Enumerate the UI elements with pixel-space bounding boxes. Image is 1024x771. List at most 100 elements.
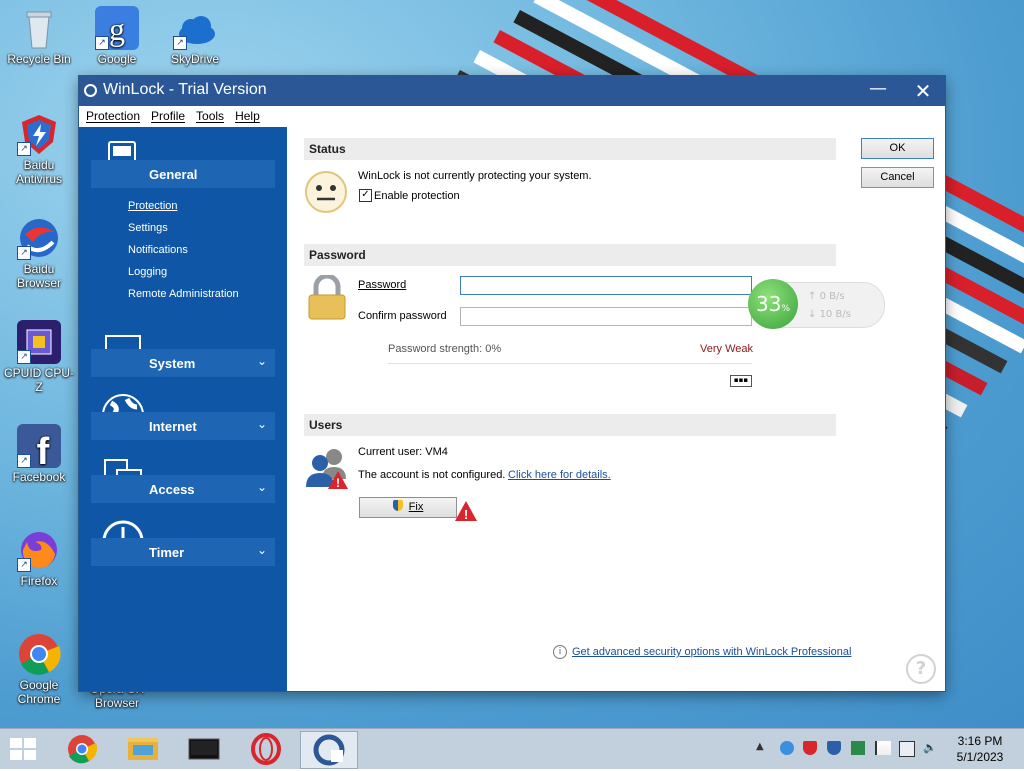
nav-internet-label: Internet [149,419,197,434]
nav-item-settings[interactable]: Settings [128,222,168,234]
chevron-down-icon: ⌄ [256,417,267,431]
nav-general[interactable]: General [91,160,275,188]
confirm-password-input[interactable] [460,307,752,326]
nav-access-label: Access [149,482,195,497]
nav-system-label: System [149,356,196,371]
nav-system[interactable]: System ⌄ [91,349,275,377]
tray-overflow-icon[interactable]: ▲ [756,741,764,752]
minimize-button[interactable]: — [866,79,890,103]
clock-time[interactable]: 3:16 PM [954,734,1006,748]
start-button[interactable] [10,738,38,760]
window-title: WinLock - Trial Version [103,81,267,98]
svg-text:!: ! [336,476,340,490]
tray-shield-icon[interactable] [803,741,817,755]
download-speed-value: 10 B/s [819,309,851,320]
svg-text:f: f [37,431,50,468]
desktop-icon-label: Baidu Browser [16,262,61,290]
taskbar-terminal[interactable] [178,731,230,767]
winlock-window: WinLock - Trial Version — ✕ Protection Pr… [79,76,945,691]
nav-timer[interactable]: Timer ⌄ [91,538,275,566]
tray-cpu-icon[interactable] [851,741,865,755]
desktop-icon-skydrive[interactable]: ↗ SkyDrive [157,6,233,66]
tray-security-icon[interactable] [827,741,841,755]
tray-flag-icon[interactable] [875,741,891,755]
nav-item-logging[interactable]: Logging [128,266,167,278]
help-icon[interactable]: ? [906,654,936,684]
nav-item-remote-administration[interactable]: Remote Administration [128,288,239,300]
tray-network-speed-icon[interactable] [780,741,794,755]
desktop-icon-label: Recycle Bin [7,52,71,66]
status-heading: Status [304,138,836,160]
chrome-icon [17,632,61,676]
taskbar-opera[interactable] [240,731,292,767]
menu-profile[interactable]: Profile [144,106,189,123]
cpuz-icon: ↗ [17,320,61,364]
desktop-icon-firefox[interactable]: ↗ Firefox [1,528,77,588]
network-speed-widget: 33% ↑ 0 B/s ↓ 10 B/s [748,279,885,329]
password-strength-rating: Very Weak [700,343,753,355]
enable-protection-checkbox[interactable]: ✓ [359,189,372,202]
enable-protection-label[interactable]: Enable protection [374,190,460,202]
nav-item-notifications[interactable]: Notifications [128,244,188,256]
firefox-icon: ↗ [17,528,61,572]
opera-icon [251,733,281,765]
shortcut-arrow-icon: ↗ [17,246,31,260]
shortcut-arrow-icon: ↗ [95,36,109,50]
menu-tools[interactable]: Tools [189,106,228,123]
taskbar-chrome[interactable] [56,731,108,767]
fix-button[interactable]: Fix [359,497,457,518]
desktop-icon-label: Google Chrome [17,678,61,706]
tray-network-icon[interactable] [899,741,915,757]
professional-upgrade-link[interactable]: Get advanced security options with WinLo… [572,646,851,658]
download-speed: ↓ 10 B/s [808,309,851,320]
nav-timer-label: Timer [149,545,185,560]
shortcut-arrow-icon: ↗ [17,558,31,572]
info-icon: i [553,645,567,659]
close-button[interactable]: ✕ [911,79,935,103]
chevron-down-icon: ⌄ [256,480,267,494]
desktop-icon-recycle-bin[interactable]: Recycle Bin [1,6,77,66]
facebook-icon: f ↗ [17,424,61,473]
fix-button-label: Fix [408,501,424,513]
nav-access[interactable]: Access ⌄ [91,475,275,503]
menu-help[interactable]: Help [228,106,264,123]
chrome-icon [68,735,98,764]
menu-bar: Protection Profile Tools Help [79,106,945,128]
chevron-down-icon: ⌄ [256,543,267,557]
desktop-icon-label: Baidu Antivirus [15,158,62,186]
taskbar-file-explorer[interactable] [117,731,169,767]
keyboard-icon[interactable]: ▪▪▪ [730,375,752,387]
nav-general-label: General [149,167,198,182]
desktop-icon-baidu-antivirus[interactable]: ↗ Baidu Antivirus [1,112,77,186]
cancel-button[interactable]: Cancel [861,167,934,188]
account-details-link[interactable]: Click here for details. [508,469,611,481]
users-warning-icon: ! [304,445,350,491]
menu-protection[interactable]: Protection [79,106,144,123]
users-heading: Users [304,414,836,436]
password-heading: Password [304,244,836,266]
confirm-password-label: Confirm password [358,310,447,322]
password-label: Password [358,279,407,291]
winlock-app-icon [84,84,97,97]
recycle-bin-icon [17,6,61,50]
folder-icon [128,738,158,760]
nav-internet[interactable]: Internet ⌄ [91,412,275,440]
desktop-icon-cpuz[interactable]: ↗ CPUID CPU-Z [1,320,77,394]
nav-item-protection[interactable]: Protection [128,200,178,212]
terminal-icon [188,738,220,760]
desktop-icon-facebook[interactable]: f ↗ Facebook [1,424,77,484]
svg-text:!: ! [464,507,468,522]
desktop-icon-label: CPUID CPU-Z [3,366,74,394]
uac-shield-icon [392,500,403,511]
tray-volume-icon[interactable]: 🔈 [923,741,937,755]
title-bar[interactable]: WinLock - Trial Version — ✕ [79,76,945,106]
strength-divider [388,363,752,364]
taskbar-winlock[interactable] [300,731,358,769]
desktop-icon-baidu-browser[interactable]: ↗ Baidu Browser [1,216,77,290]
password-input[interactable] [460,276,752,295]
desktop-icon-google[interactable]: g ↗ Google [79,6,155,66]
desktop-icon-chrome[interactable]: Google Chrome [1,632,77,706]
ok-button[interactable]: OK [861,138,934,159]
winlock-icon [313,734,345,766]
clock-date[interactable]: 5/1/2023 [954,750,1006,764]
